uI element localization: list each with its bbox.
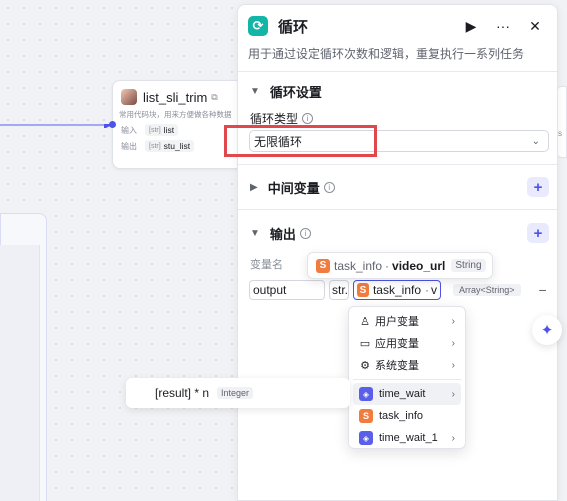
menu-item-app-vars[interactable]: ▭ 应用变量 ›	[353, 332, 461, 354]
result-type-badge: Integer	[217, 387, 254, 399]
chevron-right-icon[interactable]: ▶	[250, 182, 258, 193]
variable-dropdown-menu: ♙ 用户变量 › ▭ 应用变量 › ⚙ 系统变量 › ◈ time_wait ›…	[348, 306, 466, 449]
node-title: list_sli_trim	[143, 89, 208, 105]
chevron-down-icon[interactable]: ▼	[250, 228, 260, 239]
chevron-down-icon[interactable]: ▼	[250, 86, 260, 97]
string-var-icon: S	[357, 283, 369, 297]
output-type-badge: Array<String>	[453, 284, 521, 296]
loop-icon: ⟳	[248, 16, 268, 36]
close-icon[interactable]: ✕	[525, 18, 545, 35]
value-source-select[interactable]: str.	[329, 280, 349, 300]
string-icon: S	[359, 409, 373, 423]
cube-icon: ◈	[359, 387, 373, 401]
menu-item-user-vars[interactable]: ♙ 用户变量 ›	[353, 310, 461, 332]
col-var-name: 变量名	[250, 259, 283, 271]
partial-node-right[interactable]: s	[557, 86, 567, 158]
more-icon[interactable]: ···	[493, 18, 513, 34]
output-section[interactable]: ▼ 输出 i +	[238, 210, 557, 256]
loop-settings-section[interactable]: ▼ 循环设置	[238, 72, 557, 110]
add-intermediate-var-button[interactable]: +	[527, 177, 549, 197]
node-input-port[interactable]	[109, 121, 116, 128]
remove-output-button[interactable]: −	[539, 282, 547, 298]
tooltip-type-badge: String	[451, 259, 486, 272]
menu-divider	[353, 379, 461, 380]
panel-header: ⟳ 循环 ▶ ··· ✕	[238, 5, 557, 47]
menu-item-time-wait-1[interactable]: ◈ time_wait_1 ›	[353, 427, 461, 449]
play-icon[interactable]: ▶	[461, 18, 481, 35]
user-icon: ♙	[360, 315, 370, 328]
chevron-right-icon: ›	[451, 432, 455, 444]
connection-edge	[0, 124, 112, 128]
cube-icon: ◈	[359, 431, 373, 445]
output-name-input[interactable]: output	[249, 280, 325, 300]
info-icon[interactable]: i	[302, 112, 314, 124]
intermediate-vars-section[interactable]: ▶ 中间变量 i +	[238, 165, 557, 209]
chevron-right-icon: ›	[451, 388, 455, 400]
string-var-icon: S	[316, 258, 330, 273]
menu-item-system-vars[interactable]: ⚙ 系统变量 ›	[353, 354, 461, 376]
variable-reference-select[interactable]: S task_info · v	[353, 280, 441, 300]
info-icon[interactable]: i	[299, 227, 311, 239]
info-icon[interactable]: i	[323, 181, 335, 193]
node-avatar	[121, 89, 137, 105]
panel-description: 用于通过设定循环次数和逻辑，重复执行一系列任务	[248, 47, 525, 61]
result-variable-card[interactable]: [result] * n Integer	[126, 378, 350, 408]
loop-body-inner	[0, 245, 40, 501]
chevron-down-icon: ⌄	[531, 135, 540, 147]
array-icon: [str]	[149, 142, 161, 150]
loop-type-highlight-box	[224, 125, 377, 157]
variable-path-tooltip: S task_info · video_url String	[307, 252, 493, 279]
menu-item-task-info[interactable]: S task_info	[353, 405, 461, 427]
add-output-button[interactable]: +	[527, 223, 549, 243]
node-output-tag: [str] stu_list	[145, 140, 195, 152]
array-icon: [str]	[149, 126, 161, 134]
node-copy-icon[interactable]: ⧉	[211, 92, 217, 103]
chevron-right-icon: ›	[451, 337, 455, 349]
folder-icon: ▭	[359, 337, 371, 350]
loop-type-label: 循环类型 i	[238, 110, 557, 126]
node-input-tag: [str] list	[145, 124, 179, 136]
gear-icon: ⚙	[360, 359, 370, 372]
menu-item-time-wait[interactable]: ◈ time_wait ›	[353, 383, 461, 405]
ai-assistant-button[interactable]: ✦	[532, 315, 562, 345]
chevron-right-icon: ›	[451, 315, 455, 327]
chevron-right-icon: ›	[451, 359, 455, 371]
panel-title: 循环	[278, 18, 309, 36]
